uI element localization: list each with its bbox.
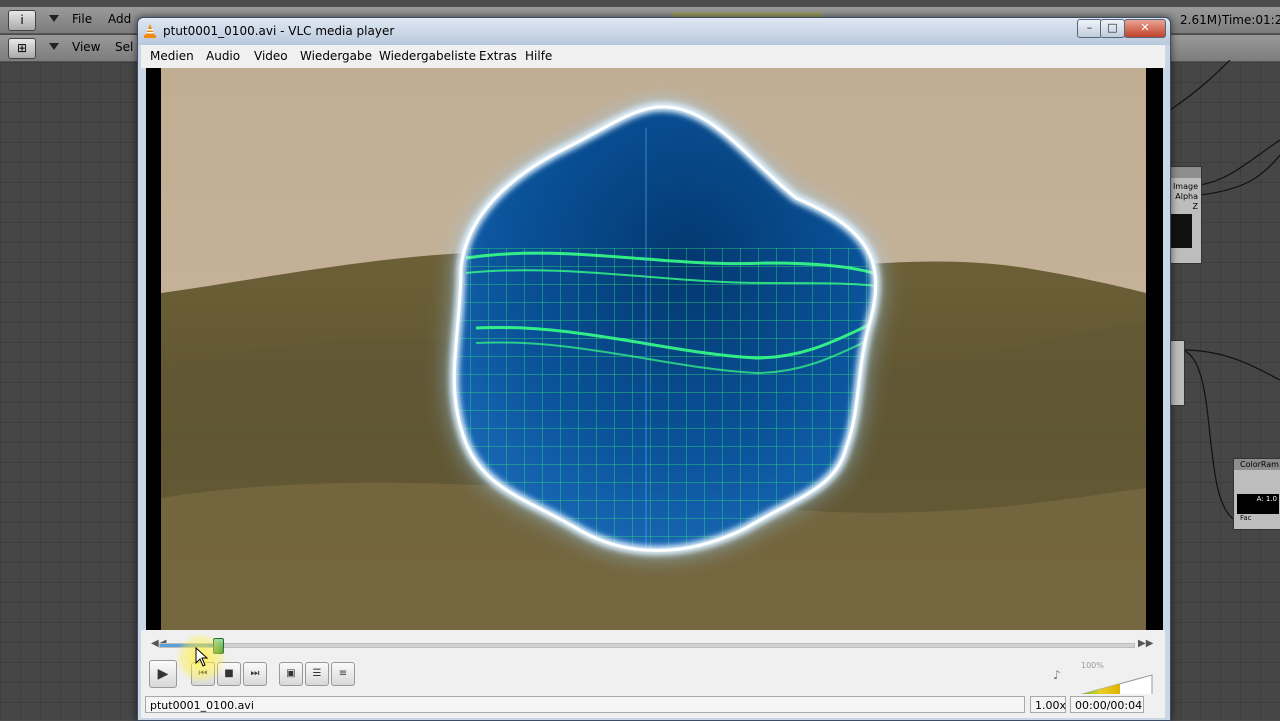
status-bar: ptut0001_0100.avi 1.00x 00:00/00:04 — [141, 694, 1165, 716]
image-node-preview — [1170, 214, 1192, 248]
socket-alpha-label: Alpha — [1175, 192, 1198, 201]
colorramp-gradient[interactable]: A: 1.0 — [1237, 494, 1279, 514]
seek-slider[interactable] — [159, 638, 1135, 654]
extended-settings-button[interactable]: ≡ — [331, 662, 355, 686]
close-button[interactable]: ✕ — [1124, 19, 1166, 38]
blender-time-label: Time:01:2 — [1222, 13, 1280, 27]
info-editor-icon[interactable]: i — [8, 10, 36, 31]
blender-menu-view[interactable]: View — [72, 40, 100, 54]
colorramp-alpha: A: 1.0 — [1256, 495, 1277, 503]
menu-audio[interactable]: Audio — [206, 49, 240, 63]
blender-menu-select[interactable]: Sel — [115, 40, 133, 54]
menu-hilfe[interactable]: Hilfe — [525, 49, 552, 63]
vlc-window: ptut0001_0100.avi - VLC media player – □… — [137, 17, 1171, 721]
menu-video[interactable]: Video — [254, 49, 288, 63]
video-frame — [146, 68, 1163, 630]
status-filename: ptut0001_0100.avi — [145, 696, 1025, 713]
next-button[interactable]: ⏭ — [243, 662, 267, 686]
chevron-down-icon[interactable] — [49, 15, 59, 22]
volume-label: 100% — [1081, 661, 1104, 670]
volume-icon[interactable]: ♪ — [1053, 668, 1061, 682]
mix-node[interactable] — [1170, 340, 1185, 406]
node-editor-icon[interactable]: ⊞ — [8, 38, 36, 59]
video-area[interactable] — [146, 68, 1163, 630]
socket-fac-label: Fac — [1240, 514, 1252, 522]
menu-extras[interactable]: Extras — [479, 49, 517, 63]
window-title: ptut0001_0100.avi - VLC media player — [163, 24, 395, 38]
blender-mem-label: 2.61M) — [1180, 13, 1222, 27]
blender-menu-file[interactable]: File — [72, 12, 92, 26]
maximize-button[interactable]: □ — [1100, 19, 1125, 38]
colorramp-node[interactable]: ColorRam A: 1.0 Fac — [1233, 458, 1280, 530]
playlist-button[interactable]: ☰ — [305, 662, 329, 686]
play-button[interactable]: ▶ — [149, 660, 177, 688]
socket-z-label: Z — [1192, 202, 1198, 211]
menu-wiedergabeliste[interactable]: Wiedergabeliste — [379, 49, 476, 63]
colorramp-title: ColorRam — [1234, 459, 1280, 470]
menu-medien[interactable]: Medien — [150, 49, 194, 63]
menu-bar: Medien Audio Video Wiedergabe Wiedergabe… — [141, 45, 1165, 69]
fullscreen-button[interactable]: ▣ — [279, 662, 303, 686]
title-bar[interactable]: ptut0001_0100.avi - VLC media player – □… — [138, 18, 1170, 45]
minimize-button[interactable]: – — [1077, 19, 1102, 38]
image-node[interactable]: Image Alpha Z — [1166, 166, 1202, 264]
status-time[interactable]: 00:00/00:04 — [1070, 696, 1144, 713]
seek-forward-icon[interactable]: ▶▶ — [1138, 638, 1153, 649]
status-speed[interactable]: 1.00x — [1030, 696, 1066, 713]
blender-menu-add[interactable]: Add — [108, 12, 131, 26]
menu-wiedergabe[interactable]: Wiedergabe — [300, 49, 372, 63]
socket-image-label: Image — [1172, 182, 1198, 191]
mouse-cursor-icon — [195, 647, 209, 667]
chevron-down-icon[interactable] — [49, 43, 59, 50]
vlc-cone-icon — [144, 24, 156, 38]
